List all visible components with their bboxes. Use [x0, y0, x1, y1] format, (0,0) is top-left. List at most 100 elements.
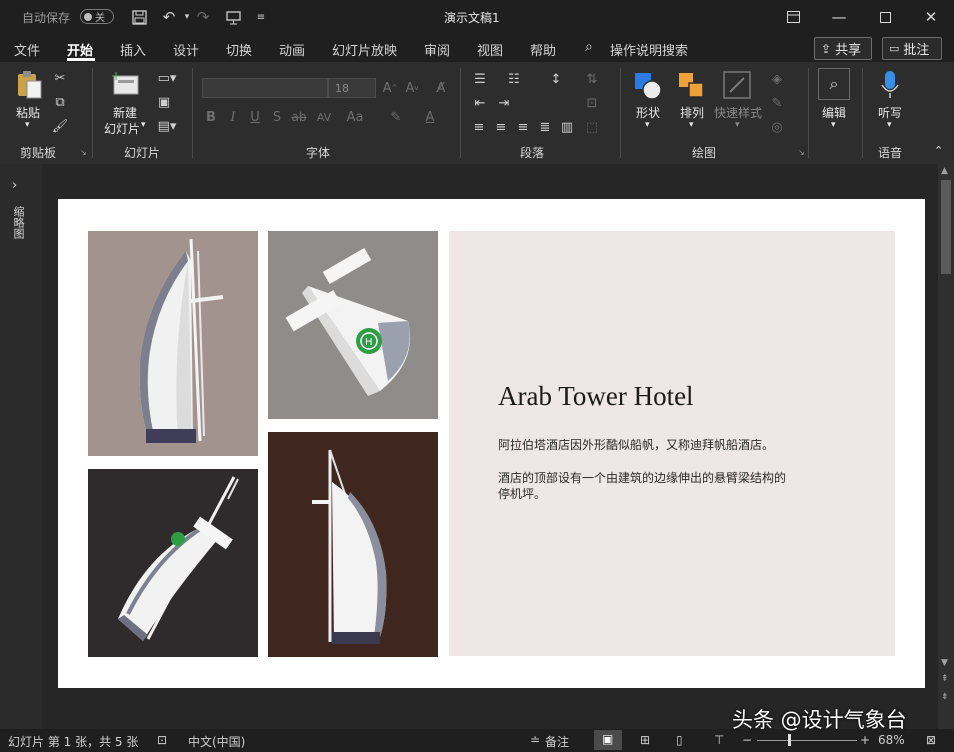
tab-transitions[interactable]: 切换	[226, 40, 252, 59]
align-center-icon[interactable]: ≡	[492, 118, 510, 136]
align-left-icon[interactable]: ≡	[470, 118, 488, 136]
arrange-dropdown-icon[interactable]: ▾	[689, 120, 694, 130]
shapes-icon[interactable]	[632, 70, 664, 102]
autosave-toggle[interactable]: 关	[80, 9, 114, 24]
vertical-scrollbar[interactable]: ▲ ▼ ⇞ ⇟	[938, 164, 954, 729]
photo-hotel-aerial[interactable]	[88, 469, 258, 657]
tab-view[interactable]: 视图	[477, 40, 503, 59]
editing-label[interactable]: 编辑	[822, 104, 846, 121]
paste-label[interactable]: 粘贴	[16, 104, 40, 121]
italic-icon[interactable]: I	[226, 108, 240, 126]
maximize-icon[interactable]	[862, 0, 908, 34]
slide-paragraph-1[interactable]: 阿拉伯塔酒店因外形酷似船帆，又称迪拜帆船酒店。	[498, 436, 774, 453]
underline-icon[interactable]: U	[248, 108, 262, 126]
shape-effects-icon[interactable]: ◎	[768, 118, 786, 136]
comments-button[interactable]: ▭ 批注	[882, 37, 942, 60]
bold-icon[interactable]: B	[204, 108, 218, 126]
zoom-slider[interactable]	[757, 740, 857, 741]
tab-file[interactable]: 文件	[14, 40, 40, 59]
normal-view-button[interactable]: ▣	[594, 730, 622, 750]
change-case-icon[interactable]: Aa	[344, 108, 366, 126]
clear-format-icon[interactable]: A̸	[432, 78, 450, 98]
search-icon[interactable]: ⌕	[585, 39, 593, 55]
shapes-label[interactable]: 形状	[636, 104, 660, 121]
clipboard-launcher-icon[interactable]: ↘	[80, 148, 87, 157]
editing-dropdown-icon[interactable]: ▾	[831, 120, 836, 130]
quick-styles-label[interactable]: 快速样式	[714, 104, 762, 121]
new-slide-label-2[interactable]: 幻灯片	[104, 120, 140, 137]
photo-hotel-top[interactable]: H	[268, 231, 438, 419]
slide-paragraph-2-line-2[interactable]: 停机坪。	[498, 485, 546, 502]
shape-fill-icon[interactable]: ◈	[768, 70, 786, 88]
dictate-label[interactable]: 听写	[878, 104, 902, 121]
scroll-down-icon[interactable]: ▼	[941, 658, 948, 668]
line-spacing-icon[interactable]: ↕	[546, 70, 566, 88]
expand-thumbnails-icon[interactable]: ›	[12, 178, 17, 193]
quick-styles-dropdown-icon[interactable]: ▾	[735, 120, 740, 130]
shape-outline-icon[interactable]: ✎	[768, 94, 786, 112]
accessibility-icon[interactable]: ⊡	[157, 733, 167, 747]
bullets-icon[interactable]: ☰	[470, 70, 490, 88]
tab-slideshow[interactable]: 幻灯片放映	[332, 40, 397, 59]
format-painter-icon[interactable]: 🖌	[52, 118, 69, 134]
collapse-ribbon-icon[interactable]: ⌃	[934, 144, 943, 157]
columns-icon[interactable]: ▥	[558, 118, 576, 136]
new-slide-label-1[interactable]: 新建	[113, 104, 137, 121]
drawing-launcher-icon[interactable]: ↘	[798, 148, 805, 157]
scroll-thumb[interactable]	[941, 180, 951, 274]
reset-icon[interactable]: ▣	[154, 94, 174, 110]
layout-icon[interactable]: ▭▾	[154, 70, 180, 86]
slideshow-view-icon[interactable]: ⊤	[714, 733, 724, 747]
text-shadow-icon[interactable]: S	[270, 108, 284, 126]
thumbnails-label[interactable]: 缩略图	[10, 206, 26, 239]
tab-help[interactable]: 帮助	[530, 40, 556, 59]
cut-icon[interactable]: ✂	[52, 70, 68, 86]
character-spacing-icon[interactable]: AV	[314, 108, 334, 126]
dictate-dropdown-icon[interactable]: ▾	[887, 120, 892, 130]
slide-canvas[interactable]: H Arab Tower Hotel 阿拉伯塔酒店因外形酷似船帆，又称迪拜帆船酒…	[58, 199, 925, 688]
next-slide-icon[interactable]: ⇟	[941, 692, 949, 702]
tab-animations[interactable]: 动画	[279, 40, 305, 59]
zoom-slider-thumb[interactable]	[788, 734, 791, 746]
zoom-out-icon[interactable]: −	[742, 733, 752, 747]
increase-indent-icon[interactable]: ⇥	[494, 94, 514, 112]
notes-icon[interactable]: ≐	[530, 733, 540, 747]
font-color-icon[interactable]: A	[420, 108, 440, 126]
reading-view-icon[interactable]: ▯	[676, 733, 683, 747]
paste-icon[interactable]	[14, 70, 44, 100]
decrease-indent-icon[interactable]: ⇤	[470, 94, 490, 112]
notes-button[interactable]: 备注	[545, 733, 569, 750]
microphone-icon[interactable]	[876, 68, 904, 100]
strikethrough-icon[interactable]: ab	[290, 108, 308, 126]
copy-icon[interactable]: ⧉	[52, 94, 68, 110]
slide-sorter-icon[interactable]: ⊞	[640, 733, 650, 747]
language-indicator[interactable]: 中文(中国)	[188, 733, 245, 750]
photo-hotel-side[interactable]	[268, 432, 438, 657]
tab-insert[interactable]: 插入	[120, 40, 146, 59]
zoom-level[interactable]: 68%	[878, 733, 905, 747]
font-size-box[interactable]: 18	[328, 78, 376, 98]
highlight-icon[interactable]: ✎	[386, 108, 406, 126]
tab-review[interactable]: 审阅	[424, 40, 450, 59]
shapes-dropdown-icon[interactable]: ▾	[645, 120, 650, 130]
tab-home[interactable]: 开始	[67, 40, 93, 59]
redo-icon[interactable]: ↷	[192, 6, 214, 28]
shrink-font-icon[interactable]: Av	[404, 78, 420, 98]
fit-to-window-icon[interactable]: ⊠	[926, 733, 936, 747]
find-icon[interactable]: ⌕	[818, 68, 850, 100]
zoom-in-icon[interactable]: +	[860, 733, 870, 747]
photo-hotel-front[interactable]	[88, 231, 258, 456]
arrange-label[interactable]: 排列	[680, 104, 704, 121]
customize-toolbar-icon[interactable]: ≡	[250, 6, 272, 28]
new-slide-icon[interactable]: +	[110, 70, 140, 98]
font-name-box[interactable]	[202, 78, 328, 98]
grow-font-icon[interactable]: A ^	[382, 78, 398, 98]
align-right-icon[interactable]: ≡	[514, 118, 532, 136]
align-text-icon[interactable]: ⊡	[582, 94, 602, 112]
text-direction-icon[interactable]: ⇅	[582, 70, 602, 88]
numbering-icon[interactable]: ☷	[504, 70, 524, 88]
close-icon[interactable]: ✕	[908, 0, 954, 34]
justify-icon[interactable]: ≣	[536, 118, 554, 136]
arrange-icon[interactable]	[676, 70, 708, 102]
tab-design[interactable]: 设计	[173, 40, 199, 59]
